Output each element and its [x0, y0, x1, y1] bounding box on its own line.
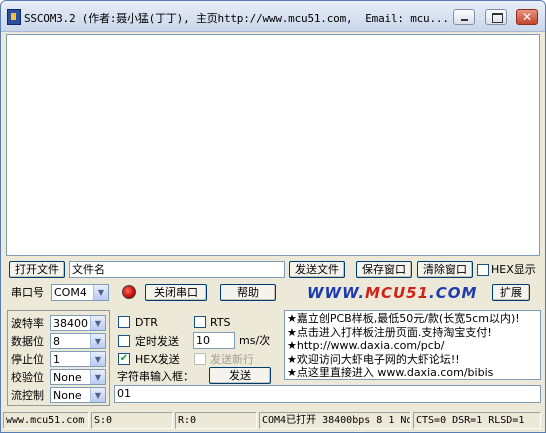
rts-label: RTS [210, 316, 231, 329]
ad-line[interactable]: ★点击进入打样板注册页面.支持淘宝支付! [287, 326, 538, 340]
databits-value: 8 [53, 335, 60, 348]
status-bar: www.mcu51.com S:0 R:0 COM4已打开 38400bps 8… [1, 410, 545, 432]
open-file-button[interactable]: 打开文件 [9, 261, 65, 278]
logo-part-2: MCU51 [365, 284, 430, 302]
app-window: SSCOM3.2 (作者:聂小猛(丁丁), 主页http://www.mcu51… [0, 0, 546, 433]
status-website: www.mcu51.com [3, 412, 89, 429]
interval-field[interactable]: 10 [193, 332, 235, 349]
receive-area[interactable] [6, 34, 540, 256]
parity-select[interactable]: None ▼ [50, 369, 106, 385]
baud-label: 波特率 [11, 317, 44, 330]
status-line-signals: CTS=0 DSR=1 RLSD=1 [413, 412, 541, 429]
parity-label: 校验位 [11, 371, 44, 384]
dropdown-arrow-icon: ▼ [90, 352, 105, 366]
window-title: SSCOM3.2 (作者:聂小猛(丁丁), 主页http://www.mcu51… [24, 12, 449, 25]
ad-line[interactable]: ★嘉立创PCB样板,最低50元/款(长宽5cm以内)! [287, 312, 538, 326]
dtr-label: DTR [135, 316, 158, 329]
expand-button[interactable]: 扩展 [492, 284, 530, 301]
interval-unit-label: ms/次 [239, 334, 271, 347]
save-window-button[interactable]: 保存窗口 [356, 261, 412, 278]
input-label: 字符串输入框： [117, 370, 194, 383]
parity-value: None [53, 371, 82, 384]
dropdown-arrow-icon: ▼ [90, 334, 105, 348]
title-bar[interactable]: SSCOM3.2 (作者:聂小猛(丁丁), 主页http://www.mcu51… [1, 1, 545, 32]
dropdown-arrow-icon: ▼ [93, 285, 108, 300]
dropdown-arrow-icon: ▼ [90, 316, 105, 330]
timed-send-label: 定时发送 [135, 335, 179, 348]
maximize-icon [492, 13, 503, 23]
stopbits-label: 停止位 [11, 353, 44, 366]
port-select[interactable]: COM4 ▼ [51, 284, 109, 301]
stopbits-value: 1 [53, 353, 60, 366]
help-button[interactable]: 帮助 [220, 284, 276, 301]
status-port-info: COM4已打开 38400bps 8 1 None [259, 412, 411, 429]
clear-window-button[interactable]: 清除窗口 [417, 261, 473, 278]
databits-select[interactable]: 8 ▼ [50, 333, 106, 349]
logo-part-1: WWW. [307, 284, 366, 302]
minimize-button[interactable] [453, 9, 475, 25]
baud-select[interactable]: 38400 ▼ [50, 315, 106, 331]
close-icon: ✕ [521, 10, 533, 24]
dtr-checkbox[interactable] [118, 316, 130, 328]
flow-value: None [53, 389, 82, 402]
dropdown-arrow-icon: ▼ [90, 370, 105, 384]
ad-line[interactable]: ★点这里直接进入 www.daxia.com/bibis [287, 366, 538, 380]
mcu51-logo-link[interactable]: WWW.MCU51.COM [307, 284, 477, 302]
hex-display-label: HEX显示 [491, 263, 536, 276]
timed-send-checkbox[interactable] [118, 335, 130, 347]
port-status-led-icon [122, 285, 136, 299]
stopbits-select[interactable]: 1 ▼ [50, 351, 106, 367]
port-label: 串口号 [11, 286, 44, 299]
flow-select[interactable]: None ▼ [50, 387, 106, 403]
databits-label: 数据位 [11, 335, 44, 348]
hex-send-checkbox[interactable]: ✔ [118, 353, 130, 365]
status-received-count: R:0 [175, 412, 257, 429]
flow-label: 流控制 [11, 389, 44, 402]
send-newline-checkbox[interactable] [194, 353, 206, 365]
status-sent-count: S:0 [91, 412, 173, 429]
minimize-icon [461, 19, 468, 21]
maximize-button[interactable] [485, 9, 507, 25]
port-value: COM4 [54, 286, 87, 299]
close-port-button[interactable]: 关闭串口 [145, 284, 207, 301]
send-newline-label: 发送新行 [210, 353, 254, 366]
send-input[interactable]: 01 [114, 385, 541, 403]
hex-display-checkbox[interactable] [477, 264, 489, 276]
dropdown-arrow-icon: ▼ [90, 388, 105, 402]
hex-send-label: HEX发送 [135, 353, 180, 366]
logo-part-3: .COM [429, 284, 478, 302]
ad-panel[interactable]: ★嘉立创PCB样板,最低50元/款(长宽5cm以内)! ★点击进入打样板注册页面… [284, 310, 541, 380]
send-file-button[interactable]: 发送文件 [289, 261, 345, 278]
send-button[interactable]: 发送 [209, 367, 271, 384]
ad-line[interactable]: ★http://www.daxia.com/pcb/ [287, 339, 538, 353]
filename-field[interactable]: 文件名 [69, 261, 285, 278]
rts-checkbox[interactable] [194, 316, 206, 328]
baud-value: 38400 [53, 317, 88, 330]
close-button[interactable]: ✕ [516, 9, 538, 25]
ad-line[interactable]: ★欢迎访问大虾电子网的大虾论坛!! [287, 353, 538, 367]
app-icon[interactable] [7, 9, 21, 25]
